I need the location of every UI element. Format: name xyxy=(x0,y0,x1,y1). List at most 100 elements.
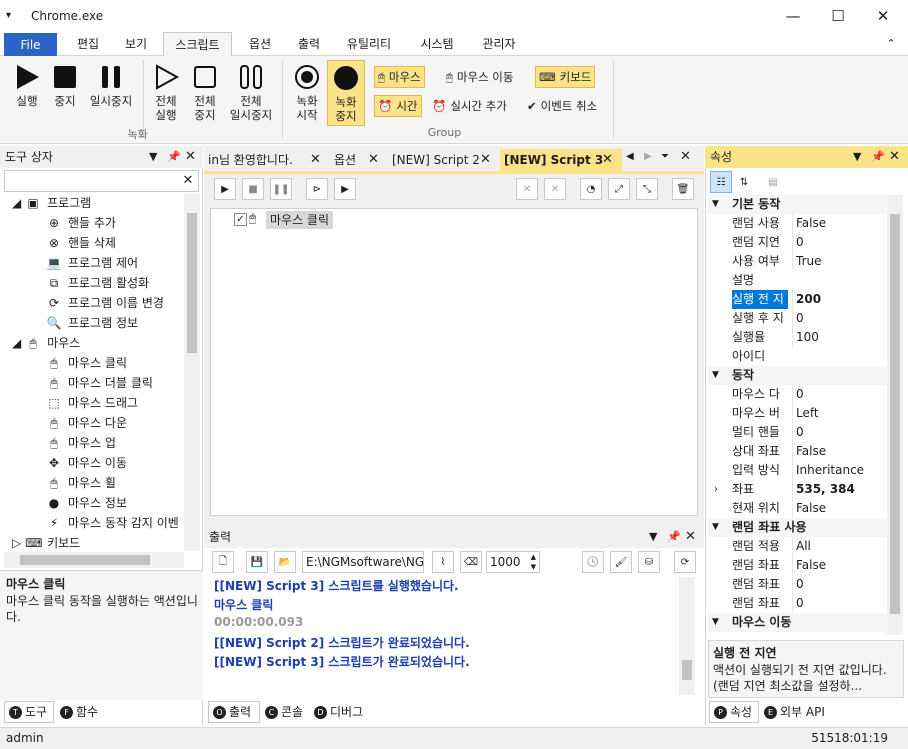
script-run-from-button[interactable]: ▶ xyxy=(334,178,356,200)
tab-functions[interactable]: F 함수 xyxy=(58,701,108,723)
close-document-icon[interactable]: ✕ xyxy=(680,149,691,164)
property-value[interactable]: 200 xyxy=(792,290,886,309)
property-value[interactable]: 0 xyxy=(792,575,886,594)
time-toggle-button[interactable]: ⏰ 시간 xyxy=(374,95,422,117)
property-pages-button[interactable]: ▤ xyxy=(762,171,784,193)
close-icon[interactable]: ✕ xyxy=(889,146,900,168)
property-row[interactable]: 아이디 xyxy=(708,347,886,366)
output-open-button[interactable]: 📂 xyxy=(274,551,296,573)
prop-category-basic[interactable]: ▼ 기본 동작 xyxy=(708,195,886,214)
property-row[interactable]: 마우스 다 0 xyxy=(708,385,886,404)
tab-scroll-right-icon[interactable]: ▶ xyxy=(644,151,652,162)
tab-external-api[interactable]: E 외부 API xyxy=(762,701,834,723)
tab-list-icon[interactable]: ⏷ xyxy=(661,151,669,162)
output-path-input[interactable]: E:\NGMsoftware\NG xyxy=(302,551,424,573)
property-row[interactable]: 랜덤 지연 0 xyxy=(708,233,886,252)
close-icon[interactable]: ✕ xyxy=(480,149,491,171)
stop-button[interactable]: 중지 xyxy=(46,60,84,108)
script-item-mouse-click[interactable]: 마우스 클릭 xyxy=(266,211,334,229)
toolbox-hscroll-thumb[interactable] xyxy=(20,555,150,565)
menu-options[interactable]: 옵션 xyxy=(240,32,280,56)
property-row[interactable]: 실행 후 지 0 xyxy=(708,309,886,328)
tab-scroll-left-icon[interactable]: ◀ xyxy=(626,151,634,162)
script-item-checkbox[interactable]: ✓ xyxy=(234,213,247,226)
tree-item-mouse-wheel[interactable]: 🖱 마우스 휠 xyxy=(46,473,116,493)
output-new-button[interactable]: 🗋 xyxy=(212,551,234,573)
output-refresh-button[interactable]: ⟳ xyxy=(674,551,696,573)
tree-item-mouse-info[interactable]: ● 마우스 정보 xyxy=(46,493,127,513)
tree-group-program[interactable]: ◢ ▣ 프로그램 xyxy=(12,193,91,213)
menu-output[interactable]: 출력 xyxy=(289,32,329,56)
clear-search-icon[interactable]: ✕ xyxy=(177,170,199,192)
mouse-move-button[interactable]: 🖱 마우스 이동 xyxy=(443,66,516,88)
close-icon[interactable]: ✕ xyxy=(602,149,613,171)
tab-properties[interactable]: P 속성 xyxy=(709,701,759,723)
ribbon-collapse-icon[interactable]: ⌃ xyxy=(882,32,900,56)
realtime-add-button[interactable]: ⏰ 실시간 추가 xyxy=(429,95,510,117)
window-menu-icon[interactable]: ▾ xyxy=(6,10,11,21)
tree-item-handle-add[interactable]: ⊕ 핸들 추가 xyxy=(46,213,116,233)
expand-icon[interactable]: › xyxy=(714,480,718,499)
close-icon[interactable]: ✕ xyxy=(368,149,379,171)
property-row[interactable]: › 좌표 535, 384 xyxy=(708,480,886,499)
pin-icon[interactable]: 📌 xyxy=(871,146,885,168)
property-row[interactable]: 상대 좌표 False xyxy=(708,442,886,461)
pin-icon[interactable]: 📌 xyxy=(667,526,681,548)
tree-group-keyboard[interactable]: ▷ ⌨ 키보드 xyxy=(12,533,80,553)
property-row[interactable]: 실행 전 지 200 xyxy=(708,290,886,309)
dropdown-icon[interactable]: ▼ xyxy=(649,526,657,548)
tree-item-handle-delete[interactable]: ⊗ 핸들 삭제 xyxy=(46,233,116,253)
tree-item-mouse-motion-event[interactable]: ⚡ 마우스 동작 감지 이벤 xyxy=(46,513,184,533)
output-erase-button[interactable]: ⌫ xyxy=(460,551,482,573)
output-fill-button[interactable]: ⛁ xyxy=(638,551,660,573)
tree-group-mouse[interactable]: ◢ 🖱 마우스 xyxy=(12,333,80,353)
mouse-toggle-button[interactable]: 🖱 마우스 xyxy=(374,66,425,88)
toolbox-vscroll-thumb[interactable] xyxy=(187,213,197,353)
menu-system[interactable]: 시스템 xyxy=(412,32,462,56)
prop-category-random[interactable]: ▼ 랜덤 좌표 사용 xyxy=(708,518,886,537)
property-row[interactable]: 마우스 버 Left xyxy=(708,404,886,423)
property-value[interactable]: True xyxy=(792,252,886,271)
property-row[interactable]: 입력 방식 Inheritance xyxy=(708,461,886,480)
output-filter-button[interactable]: ⌇ xyxy=(432,551,454,573)
script-collapse-button[interactable]: ⤡ xyxy=(636,178,658,200)
script-delete-button[interactable]: ✕ xyxy=(516,178,538,200)
close-icon[interactable]: ✕ xyxy=(185,146,196,168)
output-vscroll-thumb[interactable] xyxy=(682,660,692,680)
script-clear-button[interactable]: ✕ xyxy=(544,178,566,200)
keyboard-toggle-button[interactable]: ⌨ 키보드 xyxy=(535,66,596,88)
pin-icon[interactable]: 📌 xyxy=(167,146,181,168)
property-value[interactable]: 100 xyxy=(792,328,886,347)
tab-console[interactable]: C 콘솔 xyxy=(263,701,313,723)
property-row[interactable]: 현재 위치 False xyxy=(708,499,886,518)
property-value[interactable]: All xyxy=(792,537,886,556)
script-timer-button[interactable]: ◔ xyxy=(580,178,602,200)
property-row[interactable]: 랜덤 좌표 0 xyxy=(708,575,886,594)
tab-debug[interactable]: D 디버그 xyxy=(312,701,374,723)
tree-item-mouse-down[interactable]: 🖱 마우스 다운 xyxy=(46,413,127,433)
pause-button[interactable]: 일시중지 xyxy=(86,60,136,108)
tab-tools[interactable]: T 도구 xyxy=(4,701,54,723)
property-value[interactable]: False xyxy=(792,442,886,461)
toolbox-search-input[interactable] xyxy=(4,170,199,192)
script-trash-button[interactable]: 🗑 xyxy=(672,178,694,200)
tab-output[interactable]: O 출력 xyxy=(208,701,260,723)
prop-category-move[interactable]: ▼ 마우스 이동 xyxy=(708,613,886,632)
stop-all-button[interactable]: 전체 중지 xyxy=(186,60,224,122)
property-row[interactable]: 랜덤 좌표 False xyxy=(708,556,886,575)
stepper-arrows-icon[interactable]: ▲ ▼ xyxy=(531,552,536,572)
property-value[interactable]: 0 xyxy=(792,385,886,404)
tab-welcome[interactable]: in님 환영합니다. ✕ xyxy=(204,149,328,171)
menu-edit[interactable]: 편집 xyxy=(68,32,108,56)
property-value[interactable]: False xyxy=(792,214,886,233)
properties-vscroll-thumb[interactable] xyxy=(890,214,900,614)
pause-all-button[interactable]: 전체 일시중지 xyxy=(226,60,276,122)
menu-utility[interactable]: 유틸리티 xyxy=(340,32,398,56)
tree-item-mouse-move[interactable]: ✥ 마우스 이동 xyxy=(46,453,127,473)
property-value[interactable]: Inheritance xyxy=(792,461,886,480)
alphabetical-view-button[interactable]: ⇅ xyxy=(733,171,755,193)
tree-item-mouse-click[interactable]: 🖱 마우스 클릭 xyxy=(46,353,127,373)
script-pause-button[interactable]: ❚❚ xyxy=(270,178,292,200)
property-row[interactable]: 멀티 핸들 0 xyxy=(708,423,886,442)
menu-script[interactable]: 스크립트 xyxy=(163,32,232,57)
